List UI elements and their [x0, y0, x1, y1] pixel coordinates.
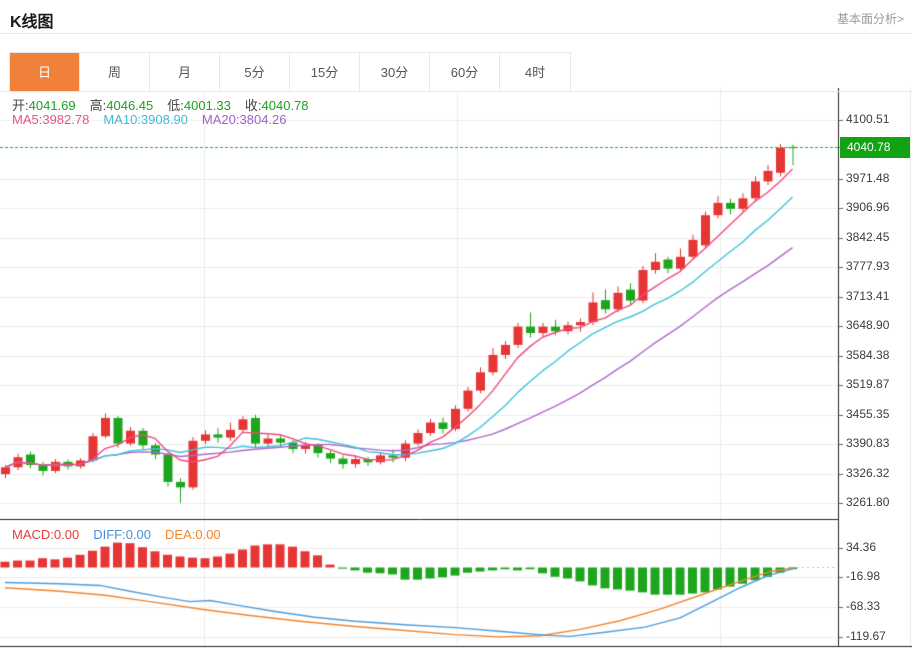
ohlc-item-0: 开:4041.69: [12, 98, 76, 113]
tab-month[interactable]: 月: [150, 53, 220, 92]
macd-legend: MACD:0.00 DIFF:0.00 DEA:0.00: [12, 527, 235, 542]
price-axis-label: 3648.90: [846, 318, 889, 332]
ohlc-item-2: 低:4001.33: [167, 98, 231, 113]
macd-item-0: MACD:0.00: [12, 527, 79, 542]
fundamental-analysis-link[interactable]: 基本面分析>: [837, 10, 904, 27]
price-axis-label: 3326.32: [846, 466, 889, 480]
price-axis-label: 4100.51: [846, 112, 889, 126]
price-axis-label: 3584.38: [846, 348, 889, 362]
tab-week[interactable]: 周: [80, 53, 150, 92]
page-title: K线图: [10, 8, 54, 32]
price-axis-label: 3713.41: [846, 289, 889, 303]
tab-60min[interactable]: 60分: [430, 53, 500, 92]
tab-4hour[interactable]: 4时: [500, 53, 570, 92]
ma-legend: MA5:3982.78 MA10:3908.90 MA20:3804.26: [12, 112, 301, 127]
macd-axis-label: 34.36: [846, 540, 876, 554]
price-axis-label: 3455.35: [846, 407, 889, 421]
tab-30min[interactable]: 30分: [360, 53, 430, 92]
ma-item-0: MA5:3982.78: [12, 112, 89, 127]
ohlc-item-1: 高:4046.45: [90, 98, 154, 113]
ma-item-2: MA20:3804.26: [202, 112, 287, 127]
tabbar-underline: [0, 91, 912, 92]
price-axis-label: 3390.83: [846, 436, 889, 450]
price-axis-label: 3842.45: [846, 230, 889, 244]
macd-item-1: DIFF:0.00: [93, 527, 151, 542]
price-axis-label: 3906.96: [846, 200, 889, 214]
ma-item-1: MA10:3908.90: [103, 112, 188, 127]
current-price-badge: 4040.78: [840, 137, 910, 158]
price-axis-label: 3519.87: [846, 377, 889, 391]
price-axis-label: 3971.48: [846, 171, 889, 185]
tab-5min[interactable]: 5分: [220, 53, 290, 92]
tab-day[interactable]: 日: [10, 53, 80, 92]
macd-axis-label: -16.98: [846, 569, 880, 583]
macd-item-2: DEA:0.00: [165, 527, 221, 542]
header-divider: [0, 33, 912, 34]
price-axis-label: 3261.80: [846, 495, 889, 509]
ohlc-item-3: 收:4040.78: [245, 98, 309, 113]
tab-15min[interactable]: 15分: [290, 53, 360, 92]
price-axis-label: 3777.93: [846, 259, 889, 273]
macd-axis-label: -119.67: [846, 629, 886, 643]
macd-axis-label: -68.33: [846, 599, 880, 613]
period-tabbar: 日周月5分15分30分60分4时: [9, 52, 571, 92]
kline-panel: K线图 基本面分析> 日周月5分15分30分60分4时 开:4041.69 高:4…: [0, 0, 912, 650]
